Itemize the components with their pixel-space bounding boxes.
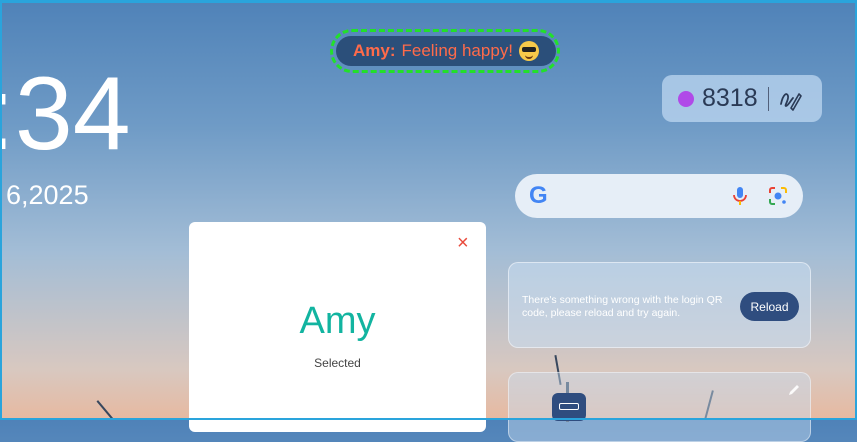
google-logo-icon: G [529, 182, 548, 209]
microphone-icon[interactable] [729, 185, 751, 207]
status-message: Feeling happy! [401, 41, 514, 60]
reload-button[interactable]: Reload [740, 292, 799, 321]
clock-time: :34 [0, 56, 131, 172]
edit-pencil-icon[interactable] [787, 383, 801, 397]
user-selection-card: × Amy Selected [189, 222, 486, 432]
turbine-blade [96, 400, 114, 420]
qr-error-message: There's something wrong with the login Q… [522, 294, 723, 319]
divider [767, 86, 769, 111]
selected-label: Selected [314, 356, 361, 370]
hdmi-icon[interactable] [552, 393, 586, 421]
sunglasses-emoji-icon [519, 41, 540, 61]
counter-widget[interactable]: 8318 [662, 75, 822, 122]
google-search-bar[interactable]: G [515, 174, 803, 218]
input-source-card[interactable] [508, 372, 811, 442]
close-icon[interactable]: × [457, 232, 469, 255]
status-bubble[interactable]: Amy: Feeling happy! [336, 36, 556, 66]
counter-value: 8318 [702, 84, 758, 112]
status-user-name: Amy: [352, 41, 396, 60]
signature-pen-icon[interactable] [777, 86, 803, 112]
status-dot [678, 90, 694, 107]
login-qr-notice: There's something wrong with the login Q… [508, 262, 811, 348]
selected-user-name: Amy [299, 300, 376, 342]
google-lens-icon[interactable] [767, 185, 789, 207]
clock-date: 6,2025 [6, 180, 89, 210]
